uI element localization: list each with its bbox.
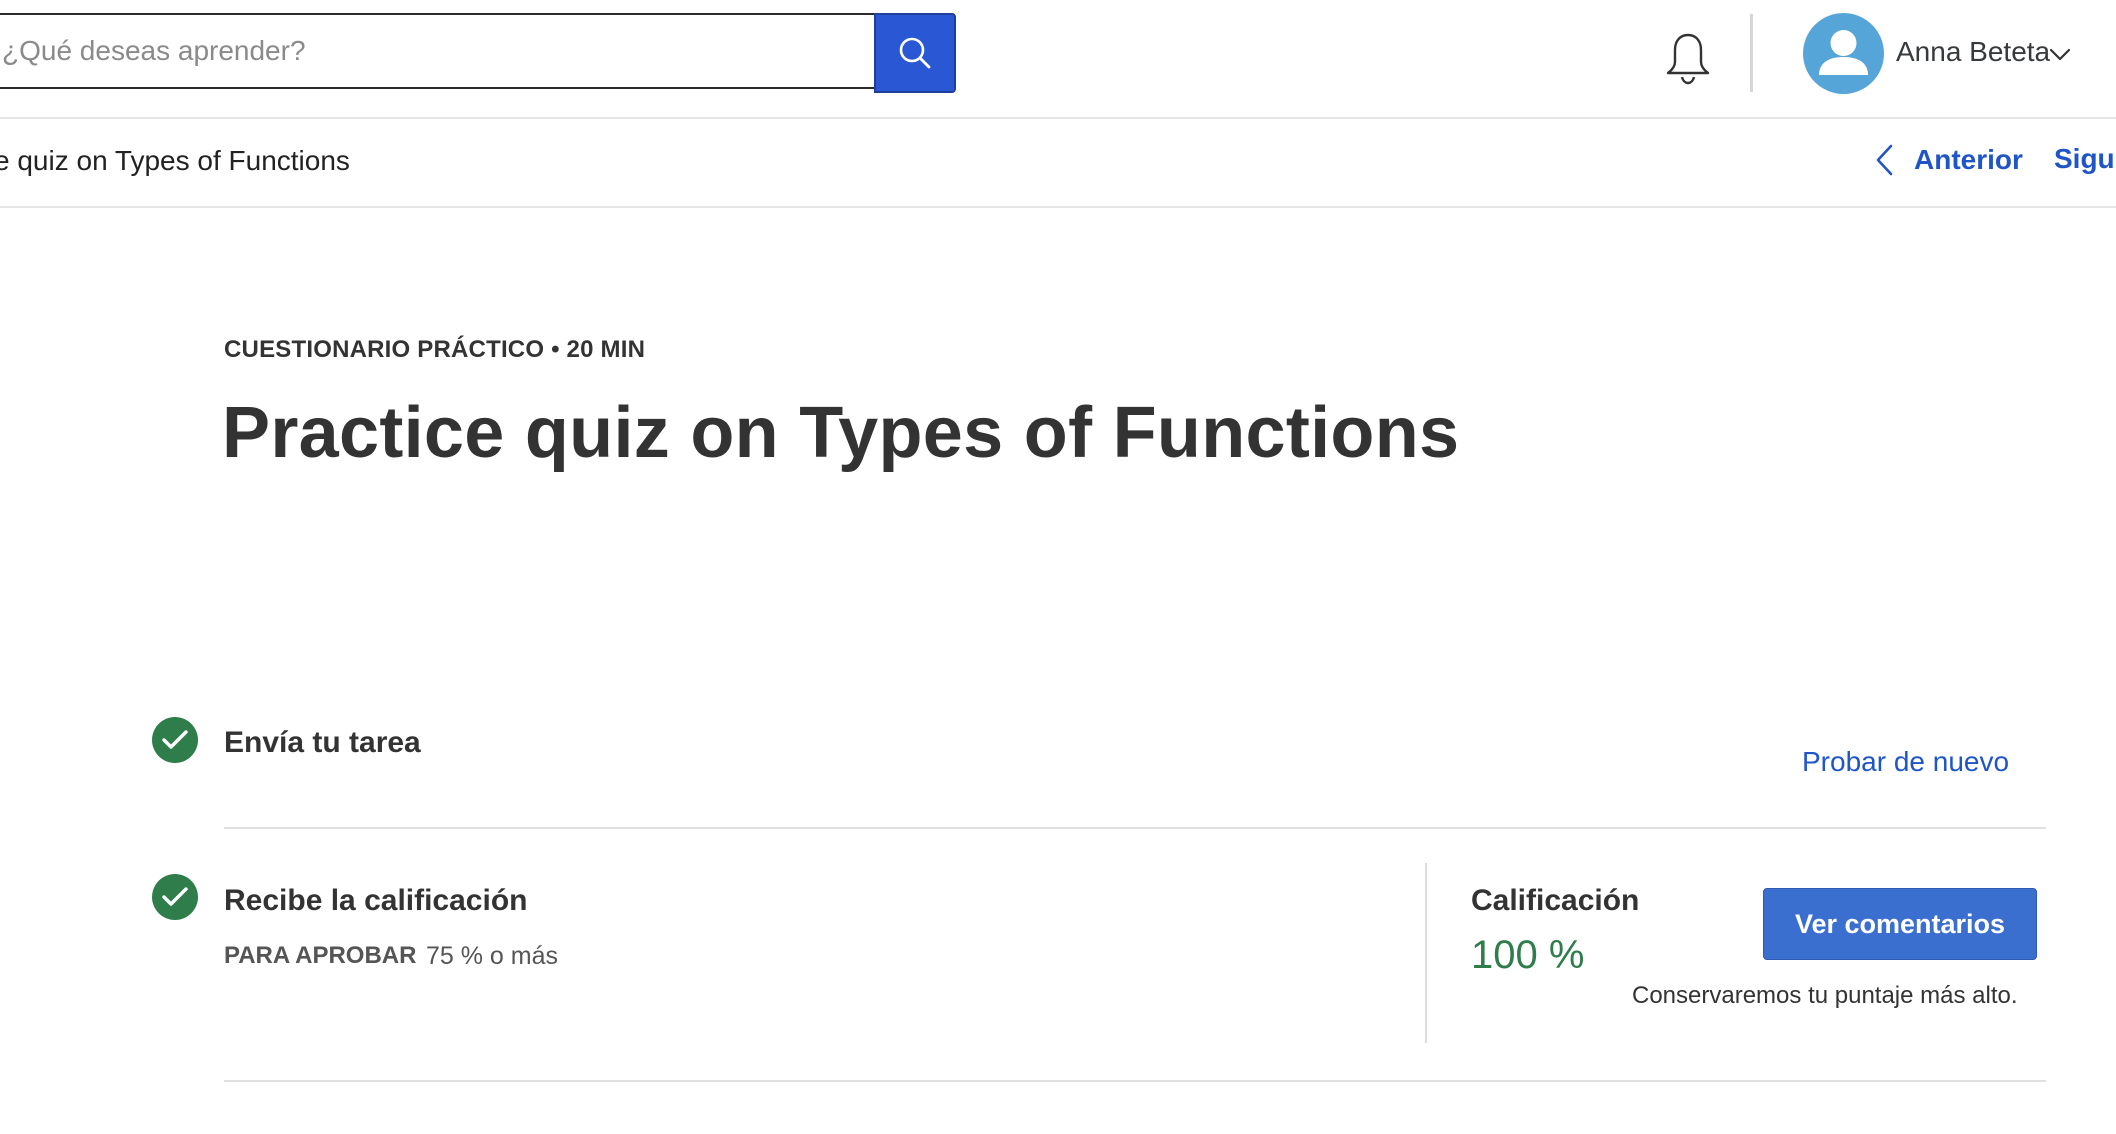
check-circle-icon bbox=[162, 730, 188, 749]
next-link[interactable]: Sigui bbox=[2054, 143, 2116, 175]
previous-link[interactable]: Anterior bbox=[1874, 143, 2023, 177]
avatar[interactable] bbox=[1803, 13, 1884, 94]
chevron-left-icon bbox=[1876, 144, 1893, 176]
section-divider bbox=[224, 1080, 2046, 1082]
grade-divider bbox=[1425, 863, 1427, 1043]
check-circle-icon bbox=[162, 887, 188, 906]
header-divider bbox=[1750, 14, 1753, 92]
section-divider bbox=[224, 827, 2046, 829]
step-submit-label: Envía tu tarea bbox=[224, 726, 421, 759]
try-again-link[interactable]: Probar de nuevo bbox=[1802, 746, 2009, 778]
notifications-button[interactable] bbox=[1660, 30, 1716, 86]
step-submit-status bbox=[152, 717, 198, 763]
search-input[interactable] bbox=[0, 13, 874, 89]
view-feedback-button[interactable]: Ver comentarios bbox=[1763, 888, 2037, 960]
grade-label: Calificación bbox=[1471, 884, 1640, 917]
item-type-label: CUESTIONARIO PRÁCTICO • 20 MIN bbox=[224, 336, 646, 363]
breadcrumb-bar: e quiz on Types of Functions Anterior Si… bbox=[0, 117, 2116, 208]
user-avatar-icon bbox=[1819, 30, 1868, 75]
breadcrumb: e quiz on Types of Functions bbox=[0, 145, 350, 176]
grade-value: 100 % bbox=[1471, 933, 1585, 977]
bell-icon bbox=[1666, 33, 1710, 85]
user-name[interactable]: Anna Beteta bbox=[1896, 36, 2050, 68]
search-button[interactable] bbox=[874, 13, 956, 93]
step-grade-label: Recibe la calificación bbox=[224, 884, 528, 917]
passing-score-label: PARA APROBAR bbox=[224, 942, 417, 969]
top-header: Anna Beteta bbox=[0, 0, 2116, 119]
passing-score-value: 75 % o más bbox=[426, 942, 559, 970]
chevron-down-icon[interactable] bbox=[2048, 44, 2072, 64]
highest-score-note: Conservaremos tu puntaje más alto. bbox=[1632, 982, 2018, 1009]
page-title: Practice quiz on Types of Functions bbox=[222, 393, 1460, 473]
step-grade-status bbox=[152, 874, 198, 920]
previous-label: Anterior bbox=[1914, 144, 2023, 175]
search-icon bbox=[899, 37, 931, 69]
